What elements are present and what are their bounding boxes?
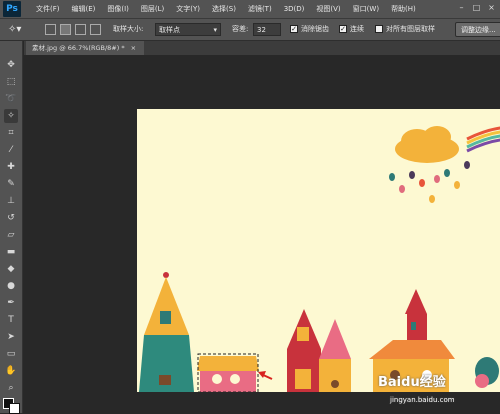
contiguous-label: 连续 [350,25,364,33]
magic-wand-tool-icon[interactable]: ✧ [4,109,18,123]
watermark-brand: Baidu经验 [378,375,446,390]
tolerance-label: 容差: [232,25,249,33]
tolerance-input[interactable]: 32 [253,23,281,36]
document-tab-bar: 素材.jpg @ 66.7%(RGB/8#) * × [24,41,500,55]
menu-type[interactable]: 文字(Y) [170,0,206,18]
hand-tool-icon[interactable]: ✋ [4,364,18,378]
photoshop-logo: Ps [3,1,21,17]
menu-list: 文件(F) 编辑(E) 图像(I) 图层(L) 文字(Y) 选择(S) 滤镜(T… [30,0,422,18]
healing-brush-icon[interactable]: ✚ [4,160,18,174]
lasso-tool-icon[interactable]: ➰ [4,92,18,106]
watermark-url: jingyan.baidu.com [390,396,455,404]
tab-close-icon[interactable]: × [131,44,136,52]
menu-view[interactable]: 视图(V) [310,0,346,18]
minimize-icon[interactable]: – [457,3,466,12]
menu-edit[interactable]: 编辑(E) [66,0,102,18]
maximize-icon[interactable]: □ [472,3,481,12]
menu-3d[interactable]: 3D(D) [278,0,311,18]
marquee-tool-icon[interactable]: ⬚ [4,75,18,89]
subtract-selection-icon[interactable] [75,24,86,35]
sample-size-select[interactable]: 取样点 ▾ [155,23,221,36]
menu-window[interactable]: 窗口(W) [347,0,385,18]
rectangle-tool-icon[interactable]: ▭ [4,347,18,361]
pen-tool-icon[interactable]: ✒ [4,296,18,310]
document-tab-title: 素材.jpg @ 66.7%(RGB/8#) * [32,44,125,52]
menu-bar: Ps 文件(F) 编辑(E) 图像(I) 图层(L) 文字(Y) 选择(S) 滤… [0,0,500,19]
blur-tool-icon[interactable]: ◆ [4,262,18,276]
path-selection-icon[interactable]: ➤ [4,330,18,344]
zoom-tool-icon[interactable]: ⌕ [4,381,18,395]
document-tab[interactable]: 素材.jpg @ 66.7%(RGB/8#) * × [26,41,145,55]
sample-size-label: 取样大小: [113,25,144,33]
menu-file[interactable]: 文件(F) [30,0,66,18]
menu-layer[interactable]: 图层(L) [135,0,170,18]
tools-panel: ✥ ⬚ ➰ ✧ ⌗ ⁄ ✚ ✎ ⊥ ↺ ▱ ▬ ◆ ● ✒ T ➤ ▭ ✋ ⌕ [0,41,23,414]
brush-tool-icon[interactable]: ✎ [4,177,18,191]
close-icon[interactable]: × [487,3,496,12]
crop-tool-icon[interactable]: ⌗ [4,126,18,140]
menu-image[interactable]: 图像(I) [101,0,135,18]
chevron-down-icon: ▾ [213,26,217,34]
document-canvas[interactable] [137,109,500,392]
type-tool-icon[interactable]: T [4,313,18,327]
menu-select[interactable]: 选择(S) [206,0,242,18]
contiguous-checkbox[interactable]: ✓ [339,25,347,33]
all-layers-checkbox[interactable] [375,25,383,33]
intersect-selection-icon[interactable] [90,24,101,35]
canvas-artwork [137,109,500,392]
all-layers-label: 对所有图层取样 [386,25,435,33]
antialias-checkbox[interactable]: ✓ [290,25,298,33]
sample-size-value: 取样点 [159,26,180,34]
gradient-tool-icon[interactable]: ▬ [4,245,18,259]
refine-edge-button[interactable]: 调整边缘... [455,22,500,37]
add-selection-icon[interactable] [60,24,71,35]
eraser-tool-icon[interactable]: ▱ [4,228,18,242]
selected-house [197,353,259,392]
new-selection-icon[interactable] [45,24,56,35]
move-tool-icon[interactable]: ✥ [4,58,18,72]
background-color-swatch[interactable] [9,403,20,414]
options-bar: ✧▾ 取样大小: 取样点 ▾ 容差: 32 ✓ 消除锯齿 ✓ 连续 对所有图层取… [0,19,500,41]
window-controls: – □ × [457,3,496,12]
menu-help[interactable]: 帮助(H) [385,0,422,18]
dodge-tool-icon[interactable]: ● [4,279,18,293]
clone-stamp-icon[interactable]: ⊥ [4,194,18,208]
magic-wand-preset-icon[interactable]: ✧▾ [8,19,21,40]
eyedropper-tool-icon[interactable]: ⁄ [4,143,18,157]
history-brush-icon[interactable]: ↺ [4,211,18,225]
antialias-label: 消除锯齿 [301,25,329,33]
menu-filter[interactable]: 滤镜(T) [242,0,278,18]
